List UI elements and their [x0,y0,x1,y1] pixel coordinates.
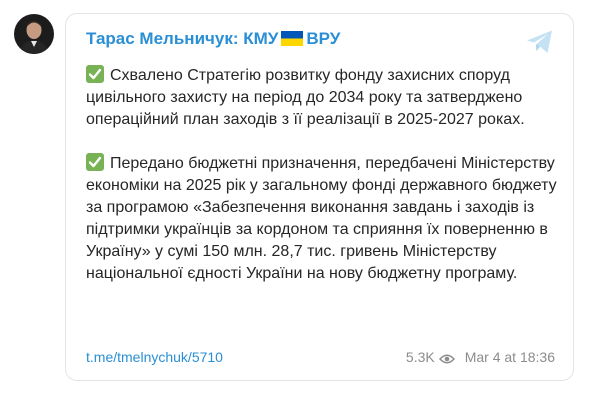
channel-name-prefix: Тарас Мельничук: КМУ [86,29,279,48]
check-mark-icon [86,65,104,83]
eye-icon [438,352,455,368]
telegram-icon[interactable] [525,27,555,57]
channel-avatar[interactable] [14,14,54,54]
check-mark-icon [86,153,104,171]
channel-name-suffix: ВРУ [306,29,341,48]
channel-title[interactable]: Тарас Мельничук: КМУ ВРУ [86,29,340,51]
post-meta: 5.3K Mar 4 at 18:36 [406,349,555,368]
paragraph-text: Передано бюджетні призначення, передбаче… [86,155,557,282]
post-card: Тарас Мельничук: КМУ ВРУ Схвалено Стратег… [65,13,574,381]
post-paragraph: Передано бюджетні призначення, передбаче… [86,153,558,285]
post-text: Схвалено Стратегію розвитку фонду захисн… [86,65,558,307]
post-date: Mar 4 at 18:36 [464,349,555,365]
post-paragraph: Схвалено Стратегію розвитку фонду захисн… [86,65,558,131]
ukraine-flag-icon [281,31,304,51]
views-count: 5.3K [405,349,435,365]
post-link[interactable]: t.me/tmelnychuk/5710 [86,349,223,365]
paragraph-text: Схвалено Стратегію розвитку фонду захисн… [86,67,525,128]
